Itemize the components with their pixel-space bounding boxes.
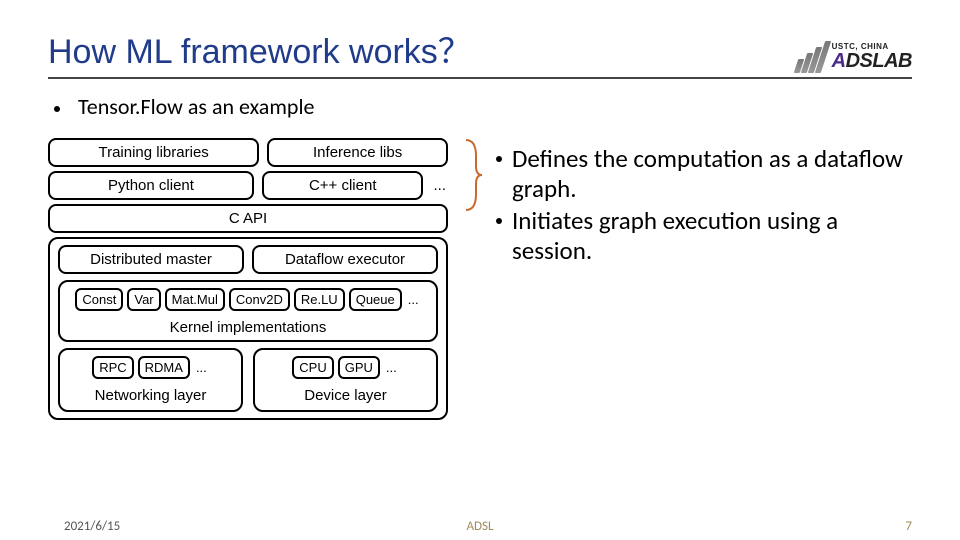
logo-text: USTC, CHINA ADSLAB: [832, 43, 912, 71]
op-const: Const: [75, 288, 123, 311]
explanation: Defines the computation as a dataflow gr…: [496, 138, 912, 268]
box-dataflow-exec: Dataflow executor: [252, 245, 438, 274]
arch-diagram: Training libraries Inference libs Python…: [48, 138, 448, 420]
footer-page: 7: [905, 519, 912, 534]
kernel-box: Const Var Mat.Mul Conv2D Re.LU Queue ...…: [58, 280, 438, 342]
networking-box: RPC RDMA ... Networking layer: [58, 348, 243, 412]
op-relu: Re.LU: [294, 288, 345, 311]
brace-icon: [462, 138, 482, 212]
explain-2: Initiates graph execution using a sessio…: [512, 206, 912, 266]
ellipsis: ...: [406, 292, 421, 307]
box-training-libs: Training libraries: [48, 138, 259, 167]
footer-date: 2021/6/15: [64, 519, 120, 534]
ellipsis: ...: [384, 360, 399, 375]
ellipsis: ...: [194, 360, 209, 375]
content: Training libraries Inference libs Python…: [48, 138, 912, 420]
logo: USTC, CHINA ADSLAB: [796, 41, 912, 73]
logo-main: ADSLAB: [832, 51, 912, 71]
bullet-icon: [496, 156, 502, 162]
op-conv2d: Conv2D: [229, 288, 290, 311]
box-python-client: Python client: [48, 171, 254, 200]
box-inference-libs: Inference libs: [267, 138, 448, 167]
device-label: Device layer: [263, 387, 428, 404]
subtitle-bold: Tensor.Flow: [78, 93, 183, 120]
net-rpc: RPC: [92, 356, 133, 379]
bullet-icon: [496, 218, 502, 224]
dev-gpu: GPU: [338, 356, 380, 379]
op-var: Var: [127, 288, 160, 311]
bullet-icon: [54, 106, 60, 112]
subtitle: Tensor.Flow as an example: [48, 93, 912, 120]
box-dist-master: Distributed master: [58, 245, 244, 274]
slide-title: How ML framework works？: [48, 24, 472, 73]
op-queue: Queue: [349, 288, 402, 311]
net-rdma: RDMA: [138, 356, 190, 379]
explain-1: Defines the computation as a dataflow gr…: [512, 144, 912, 204]
dev-cpu: CPU: [292, 356, 333, 379]
logo-bars-icon: [796, 41, 826, 73]
device-box: CPU GPU ... Device layer: [253, 348, 438, 412]
networking-label: Networking layer: [68, 387, 233, 404]
op-matmul: Mat.Mul: [165, 288, 225, 311]
footer-center: ADSL: [467, 519, 494, 534]
ellipsis: ...: [431, 177, 448, 194]
subtitle-rest: as an example: [183, 93, 315, 120]
runtime-box: Distributed master Dataflow executor Con…: [48, 237, 448, 420]
kernel-label: Kernel implementations: [64, 319, 432, 336]
box-cpp-client: C++ client: [262, 171, 424, 200]
box-c-api: C API: [48, 204, 448, 233]
title-row: How ML framework works？ USTC, CHINA ADSL…: [48, 24, 912, 79]
